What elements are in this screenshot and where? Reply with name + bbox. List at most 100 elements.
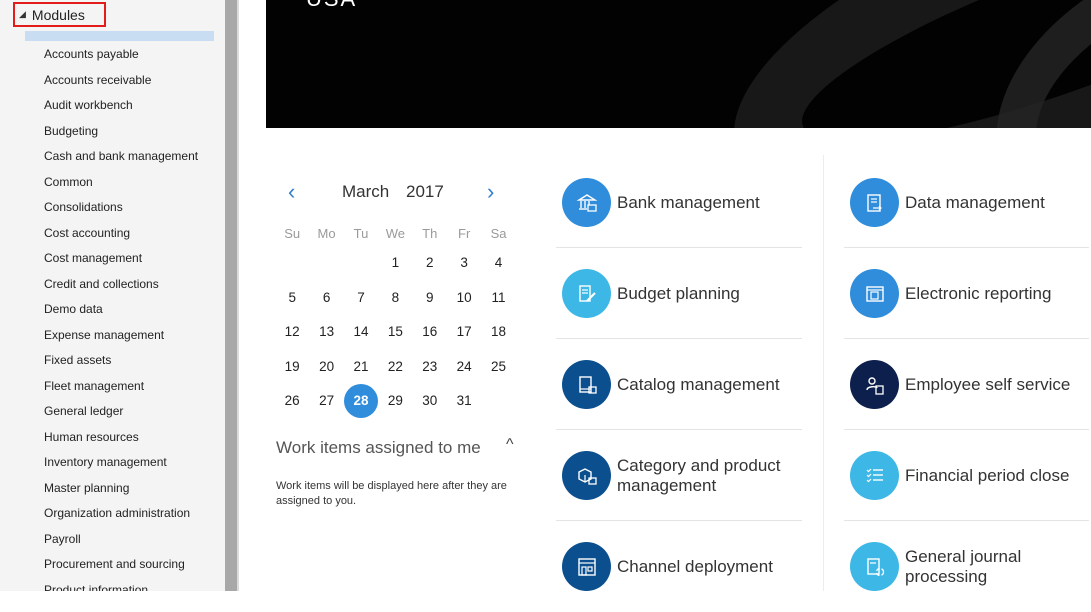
calendar-day-number: 1 — [391, 255, 400, 270]
calendar-day[interactable]: 13 — [309, 315, 343, 350]
calendar-day-number: 24 — [456, 358, 472, 374]
module-item[interactable]: Fixed assets — [44, 350, 198, 376]
workspace-tile[interactable]: Employee self service — [844, 339, 1091, 430]
calendar-year[interactable]: 2017 — [406, 182, 444, 202]
module-item[interactable]: Inventory management — [44, 452, 198, 478]
module-item[interactable]: Product information — [44, 580, 198, 592]
module-item[interactable]: Audit workbench — [44, 95, 198, 121]
calendar-day-number: 19 — [284, 358, 300, 374]
module-item[interactable]: Cost accounting — [44, 223, 198, 249]
calendar-day[interactable]: 14 — [344, 315, 378, 350]
calendar-day[interactable]: 15 — [378, 315, 412, 350]
workspace-tile[interactable]: Budget planning — [556, 248, 804, 339]
calendar-day[interactable]: 9 — [413, 281, 447, 316]
calendar-day[interactable]: 3 — [447, 246, 481, 281]
module-item[interactable]: Demo data — [44, 299, 198, 325]
calendar-day[interactable]: 23 — [413, 350, 447, 385]
calendar-day[interactable]: 8 — [378, 281, 412, 316]
tile-label: General journal processing — [905, 546, 1022, 586]
calendar-day-number: 28 — [343, 384, 378, 418]
module-item[interactable]: Cost management — [44, 248, 198, 274]
module-item[interactable]: Payroll — [44, 529, 198, 555]
journal-cycle-icon — [850, 542, 899, 591]
module-item[interactable]: General ledger — [44, 401, 198, 427]
calendar-day[interactable]: 2 — [413, 246, 447, 281]
calendar-day[interactable]: 20 — [309, 350, 343, 385]
calendar-day-number: 6 — [322, 289, 331, 305]
calendar-day[interactable]: 26 — [275, 384, 309, 419]
tile-label: Category and product management — [617, 455, 781, 495]
calendar-day[interactable]: 16 — [413, 315, 447, 350]
module-item[interactable]: Accounts payable — [44, 44, 198, 70]
modules-header[interactable]: ◢ Modules — [13, 2, 106, 27]
workspace-tile[interactable]: Bank management — [556, 157, 804, 248]
chevron-up-icon[interactable]: ^ — [506, 436, 514, 454]
sidebar-scrollbar[interactable] — [225, 0, 239, 591]
calendar-day[interactable]: 7 — [344, 281, 378, 316]
workspace-tile[interactable]: Category and product management — [556, 430, 804, 521]
module-item[interactable]: Cash and bank management — [44, 146, 198, 172]
workspace-tile[interactable]: Data management — [844, 157, 1091, 248]
calendar-day[interactable]: 30 — [413, 384, 447, 419]
previous-month-button[interactable]: ‹ — [288, 178, 295, 206]
calendar-day[interactable]: 10 — [447, 281, 481, 316]
module-item[interactable]: Budgeting — [44, 121, 198, 147]
data-doc-icon — [850, 178, 899, 227]
calendar-day[interactable]: 18 — [481, 315, 515, 350]
module-item[interactable]: Human resources — [44, 427, 198, 453]
calendar-day[interactable]: 21 — [344, 350, 378, 385]
workspace-tile[interactable]: Channel deployment — [556, 521, 804, 612]
module-item[interactable]: Credit and collections — [44, 274, 198, 300]
collapse-triangle-icon: ◢ — [19, 9, 26, 19]
modules-sidebar: ◢ Modules Accounts payable Accounts recei… — [0, 0, 225, 591]
selected-row-highlight[interactable] — [25, 31, 214, 41]
workspace-tile[interactable]: Financial period close — [844, 430, 1091, 521]
calendar-header: ‹ March 2017 › — [276, 178, 516, 206]
calendar-day[interactable]: 17 — [447, 315, 481, 350]
weekday-label: Su — [284, 226, 301, 241]
next-month-button[interactable]: › — [487, 178, 494, 206]
calendar-day[interactable]: 24 — [447, 350, 481, 385]
calendar-day[interactable]: 29 — [378, 384, 412, 419]
calendar-month[interactable]: March — [342, 182, 389, 202]
bank-icon — [562, 178, 611, 227]
calendar-day[interactable]: 12 — [275, 315, 309, 350]
calendar-day-number: 23 — [422, 358, 438, 374]
module-item[interactable]: Expense management — [44, 325, 198, 351]
workspace-tile[interactable]: Electronic reporting — [844, 248, 1091, 339]
calendar-day-number: 7 — [357, 289, 365, 305]
module-item[interactable]: Master planning — [44, 478, 198, 504]
module-item[interactable]: Procurement and sourcing — [44, 554, 198, 580]
calendar-day[interactable]: 4 — [481, 246, 515, 281]
module-item[interactable]: Fleet management — [44, 376, 198, 402]
tile-label: Budget planning — [617, 283, 740, 303]
calendar-day[interactable]: 25 — [481, 350, 515, 385]
calendar-day[interactable]: 31 — [447, 384, 481, 419]
calendar-day[interactable]: 1 — [378, 246, 412, 281]
tile-label: Catalog management — [617, 374, 780, 394]
module-item[interactable]: Accounts receivable — [44, 70, 198, 96]
calendar-day[interactable]: 22 — [378, 350, 412, 385]
column-divider — [823, 155, 824, 591]
calendar-day[interactable]: 5 — [275, 281, 309, 316]
calendar-day[interactable]: 11 — [481, 281, 515, 316]
module-item[interactable]: Organization administration — [44, 503, 198, 529]
company-banner: USA — [266, 0, 1091, 128]
calendar-day[interactable]: 6 — [309, 281, 343, 316]
calendar-day[interactable]: 19 — [275, 350, 309, 385]
calendar-day-number: 29 — [387, 393, 403, 408]
product-box-icon — [562, 451, 611, 500]
module-item[interactable]: Common — [44, 172, 198, 198]
tile-label: Electronic reporting — [905, 283, 1052, 303]
calendar-day-number: 3 — [460, 255, 468, 270]
calendar-day — [481, 384, 515, 419]
workspace-tile[interactable]: General journal processing — [844, 521, 1091, 612]
module-item[interactable]: Consolidations — [44, 197, 198, 223]
workspace-tile[interactable]: Catalog management — [556, 339, 804, 430]
tile-label: Bank management — [617, 192, 760, 212]
weekday-label: Th — [422, 226, 438, 241]
calendar-day-selected[interactable]: 28 — [343, 384, 378, 419]
calendar-day-number: 2 — [426, 255, 434, 270]
calendar-day[interactable]: 27 — [309, 384, 343, 419]
calendar-day-number: 14 — [353, 324, 369, 339]
